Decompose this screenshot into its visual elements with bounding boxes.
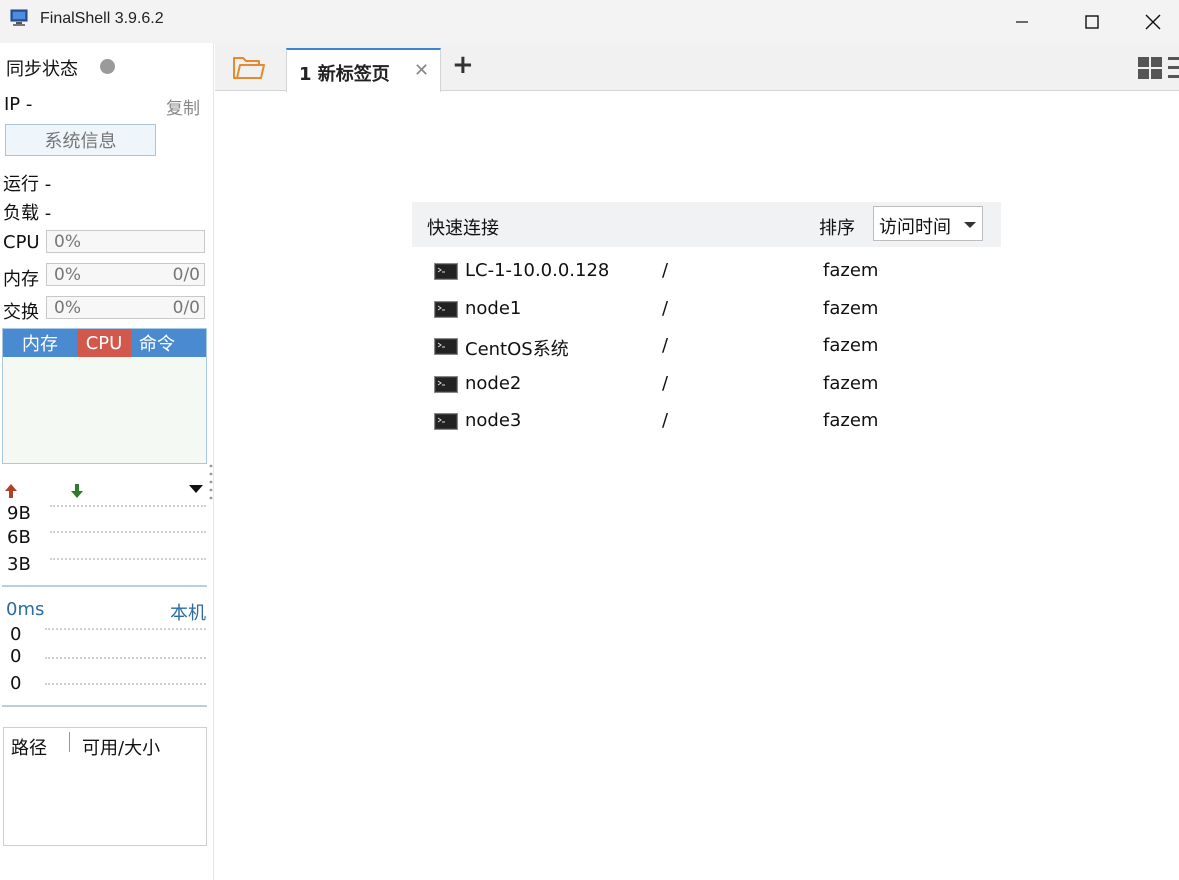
add-tab-icon[interactable]: + [452, 52, 474, 78]
ping-axis-label: 0 [10, 624, 22, 645]
swap-label: 交换 [3, 302, 39, 323]
sort-select[interactable]: 访问时间 [873, 206, 983, 241]
ping-axis-label: 0 [10, 673, 22, 694]
net-grid-line [50, 505, 206, 507]
swap-usage-meter: 0% 0/0 [46, 296, 205, 319]
load-label: 负载 - [3, 203, 52, 224]
download-arrow-icon [71, 484, 83, 498]
close-icon [1145, 14, 1161, 29]
memory-label: 内存 [3, 269, 39, 290]
connection-user: fazem [823, 335, 879, 356]
connection-row[interactable]: node3 / fazem [412, 405, 1001, 441]
disk-column-size[interactable]: 可用/大小 [82, 734, 160, 760]
connection-host: node2 [465, 373, 522, 394]
tab-new-session[interactable]: 1 新标签页 ✕ [286, 48, 441, 92]
connection-path: / [662, 373, 669, 394]
list-view-icon[interactable] [1168, 57, 1179, 79]
close-button[interactable] [1127, 0, 1179, 43]
terminal-icon [434, 263, 458, 280]
connection-user: fazem [823, 373, 879, 394]
connection-user: fazem [823, 410, 879, 431]
ping-chart-baseline [2, 705, 207, 707]
grid-view-icon[interactable] [1138, 57, 1162, 79]
ping-latency: 0ms [6, 599, 45, 620]
copy-ip-link[interactable]: 复制 [166, 94, 200, 119]
uptime-label: 运行 - [3, 174, 52, 195]
server-status-sidebar: 同步状态 IP - 复制 系统信息 运行 - 负载 - CPU 0% 内存 0%… [0, 43, 214, 880]
session-tab-bar: 1 新标签页 ✕ + [215, 43, 1179, 92]
chevron-down-icon [964, 222, 976, 228]
maximize-icon [1085, 14, 1099, 29]
cpu-percent: 0% [54, 232, 81, 252]
title-bar: FinalShell 3.9.6.2 [0, 0, 1179, 43]
tab-label: 1 新标签页 [299, 64, 390, 85]
ping-target[interactable]: 本机 [170, 599, 206, 625]
system-info-button[interactable]: 系统信息 [5, 124, 156, 156]
upload-arrow-icon [5, 484, 17, 498]
connection-host: CentOS系统 [465, 339, 569, 360]
maximize-button[interactable] [1057, 0, 1127, 43]
process-tab-cpu[interactable]: CPU [77, 329, 131, 357]
connection-host: LC-1-10.0.0.128 [465, 260, 610, 281]
process-tab-command[interactable]: 命令 [131, 329, 183, 357]
ping-grid-line [45, 657, 206, 659]
minimize-icon [1016, 20, 1028, 23]
connection-row[interactable]: CentOS系统 / fazem [412, 330, 1001, 366]
connection-user: fazem [823, 298, 879, 319]
ping-grid-line [45, 683, 206, 685]
ping-grid-line [45, 628, 206, 630]
disk-usage-table: 路径 可用/大小 [3, 727, 207, 846]
connection-path: / [662, 335, 669, 356]
connection-row[interactable]: node1 / fazem [412, 293, 1001, 329]
net-axis-label: 9B [7, 503, 31, 524]
net-axis-label: 6B [7, 527, 31, 548]
ping-axis-label: 0 [10, 646, 22, 667]
quick-connect-page: 快速连接 排序 访问时间 LC-1-10.0.0.128 / fazem nod… [216, 92, 1179, 880]
sync-status-label: 同步状态 [6, 59, 78, 80]
sidebar-resize-handle-icon[interactable] [209, 463, 213, 503]
process-tab-memory[interactable]: 内存 [3, 329, 77, 357]
connection-user: fazem [823, 260, 879, 281]
open-folder-icon[interactable] [232, 55, 266, 81]
connection-host: node1 [465, 298, 522, 319]
quick-connect-title: 快速连接 [427, 218, 499, 239]
connection-host: node3 [465, 410, 522, 431]
cpu-label: CPU [3, 232, 40, 253]
process-panel: 内存 CPU 命令 [2, 328, 207, 464]
swap-ratio: 0/0 [172, 298, 200, 318]
net-grid-line [50, 531, 206, 533]
terminal-icon [434, 376, 458, 393]
network-interface-dropdown-icon[interactable] [188, 484, 204, 494]
minimize-button[interactable] [987, 0, 1057, 43]
disk-column-separator [69, 732, 70, 752]
quick-connect-header: 快速连接 排序 访问时间 [412, 202, 1001, 247]
connection-row[interactable]: LC-1-10.0.0.128 / fazem [412, 255, 1001, 291]
ip-label: IP - [4, 94, 33, 115]
tab-close-icon[interactable]: ✕ [414, 60, 429, 81]
connection-row[interactable]: node2 / fazem [412, 368, 1001, 404]
disk-column-path[interactable]: 路径 [11, 734, 47, 760]
net-grid-line [50, 558, 206, 560]
window-title: FinalShell 3.9.6.2 [40, 10, 164, 27]
net-axis-label: 3B [7, 554, 31, 575]
memory-usage-meter: 0% 0/0 [46, 263, 205, 286]
connection-path: / [662, 298, 669, 319]
terminal-icon [434, 301, 458, 318]
sort-label: 排序 [819, 218, 855, 239]
memory-percent: 0% [54, 265, 81, 285]
terminal-icon [434, 338, 458, 355]
terminal-icon [434, 413, 458, 430]
cpu-usage-meter: 0% [46, 230, 205, 253]
sync-status-dot-icon [100, 59, 115, 74]
process-tabs: 内存 CPU 命令 [3, 329, 206, 357]
connection-path: / [662, 410, 669, 431]
app-monitor-icon [10, 9, 28, 26]
network-chart-baseline [2, 585, 207, 587]
sort-select-value: 访问时间 [879, 217, 951, 238]
swap-percent: 0% [54, 298, 81, 318]
memory-ratio: 0/0 [172, 265, 200, 285]
connection-path: / [662, 260, 669, 281]
